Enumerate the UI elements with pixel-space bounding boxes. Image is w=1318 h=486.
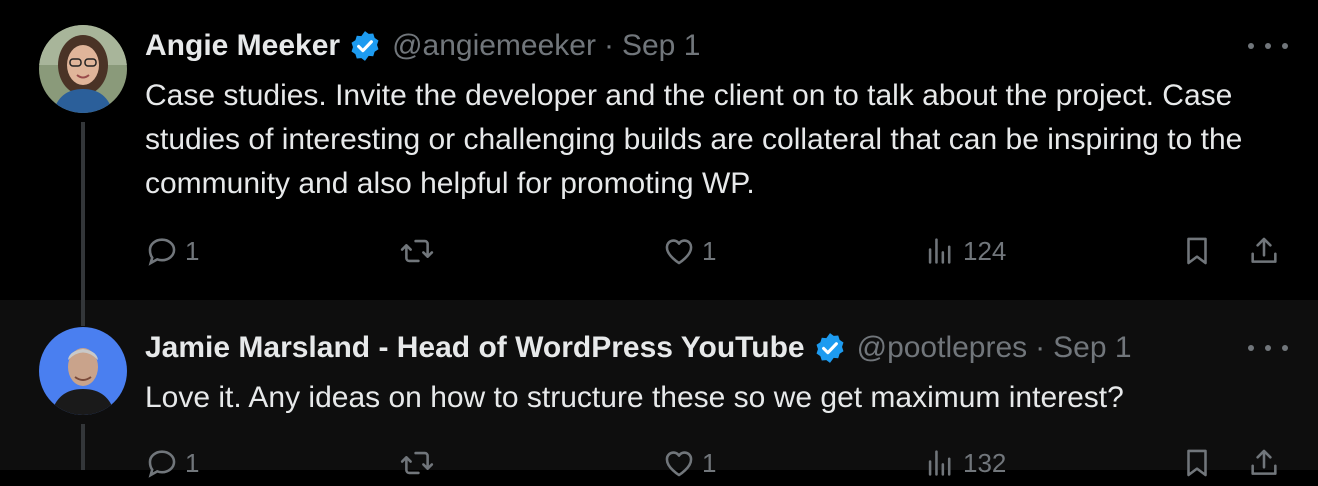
repost-icon [400,451,434,475]
author-name[interactable]: Jamie Marsland - Head of WordPress YouTu… [145,330,805,366]
reply-count: 1 [185,447,200,478]
thread-line-bottom [81,424,85,470]
separator: · [1035,331,1046,364]
views-count: 124 [963,235,1007,266]
repost-button[interactable] [400,234,440,268]
verified-badge-icon[interactable] [348,29,382,63]
tweet-text: Love it. Any ideas on how to structure t… [145,381,1124,414]
tweet-jamie[interactable]: Jamie Marsland - Head of WordPress YouTu… [0,300,1318,478]
tweet-date[interactable]: Sep 1 [1053,330,1131,366]
views-button[interactable]: 124 [923,234,1006,268]
share-icon [1251,449,1277,475]
verified-badge-icon[interactable] [813,331,847,365]
views-icon [928,450,951,476]
thread-line [81,122,85,300]
author-name[interactable]: Angie Meeker [145,28,340,64]
separator: · [603,29,614,62]
like-icon [665,451,693,477]
like-button[interactable]: 1 [662,446,716,480]
more-icon[interactable] [1248,36,1288,56]
views-count: 132 [963,447,1007,478]
repost-icon [400,239,434,263]
reply-icon [148,238,176,266]
avatar-angie[interactable] [39,25,127,113]
repost-button[interactable] [400,446,440,480]
more-icon[interactable] [1248,338,1288,358]
bookmark-button[interactable] [1180,234,1214,268]
tweet-header: Angie Meeker @angiemeeker · Sep 1 [145,28,1238,64]
tweet-header: Jamie Marsland - Head of WordPress YouTu… [145,330,1238,366]
share-button[interactable] [1247,234,1281,268]
bookmark-icon [1187,449,1207,477]
like-button[interactable]: 1 [662,234,716,268]
reply-count: 1 [185,235,200,266]
reply-button[interactable]: 1 [145,446,199,480]
bookmark-icon [1187,237,1207,265]
like-count: 1 [702,235,717,266]
share-button[interactable] [1247,446,1281,480]
tweet-text: Case studies. Invite the developer and t… [145,79,1243,200]
tweet-angie[interactable]: Angie Meeker @angiemeeker · Sep 1 Case s… [0,0,1318,300]
views-icon [928,238,951,264]
thread-line-top [81,300,85,326]
like-count: 1 [702,447,717,478]
tweet-date[interactable]: Sep 1 [622,28,700,64]
tweet-actions: 1 1 132 [145,446,1285,486]
like-icon [665,239,693,265]
author-handle[interactable]: @angiemeeker [392,28,596,64]
tweet-actions: 1 1 124 [145,234,1285,274]
reply-icon [148,450,176,478]
author-handle[interactable]: @pootlepres [857,330,1028,366]
views-button[interactable]: 132 [923,446,1006,480]
avatar-jamie[interactable] [39,327,127,415]
bookmark-button[interactable] [1180,446,1214,480]
reply-button[interactable]: 1 [145,234,199,268]
share-icon [1251,237,1277,263]
